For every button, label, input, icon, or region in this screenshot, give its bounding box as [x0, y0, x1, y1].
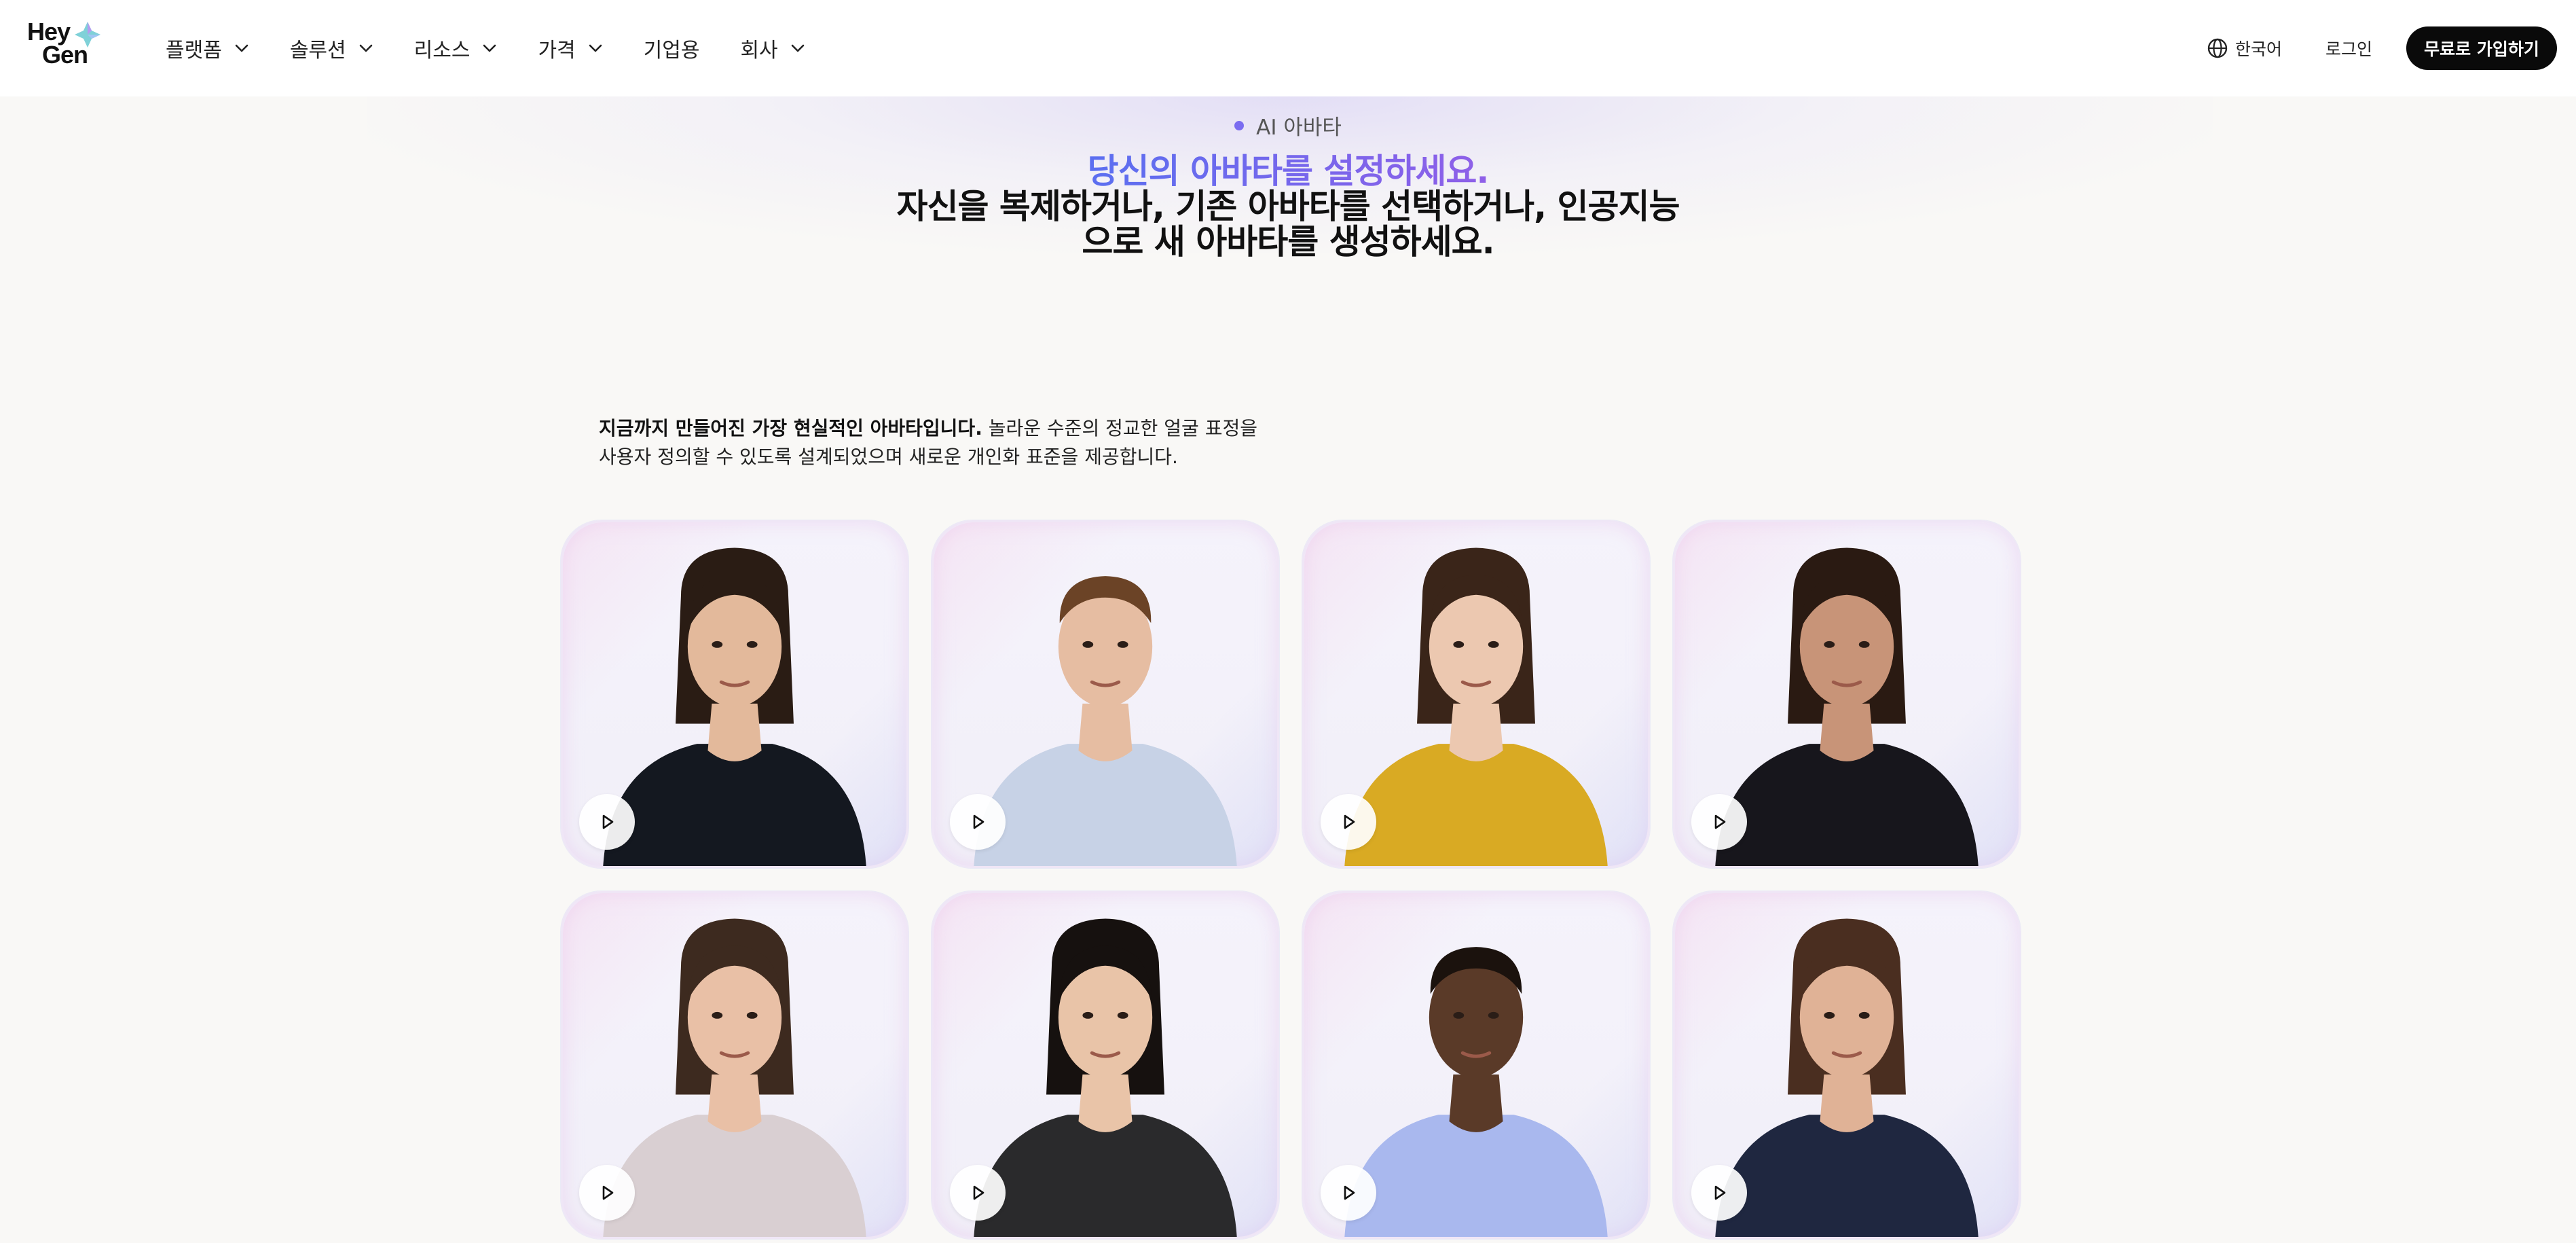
- menu-item-label: 가격: [538, 39, 576, 62]
- nav-actions: 한국어 로그인 무료로 가입하기: [2207, 0, 2557, 96]
- play-button[interactable]: [579, 1165, 635, 1221]
- avatar-card[interactable]: [1673, 891, 2021, 1239]
- play-button[interactable]: [1321, 794, 1376, 850]
- avatar-card[interactable]: [1302, 891, 1650, 1239]
- top-navigation: Hey Gen 플랫폼 솔루션 리소스 가격 기업용 회사 한국어 로그인 무료…: [0, 0, 2576, 96]
- description-bold: 지금까지 만들어진 가장 현실적인 아바타입니다.: [599, 417, 982, 439]
- menu-item-label: 리소스: [413, 39, 471, 62]
- menu-item-pricing[interactable]: 가격: [538, 28, 602, 69]
- play-icon: [602, 814, 614, 829]
- avatar-card[interactable]: [932, 891, 1279, 1239]
- play-icon: [1714, 814, 1726, 829]
- headline-accent: 당신의 아바타를 설정하세요.: [1087, 151, 1490, 191]
- avatar-card[interactable]: [1673, 520, 2021, 868]
- avatar-card[interactable]: [561, 520, 908, 868]
- login-link[interactable]: 로그인: [2325, 36, 2372, 60]
- heygen-logo[interactable]: Hey Gen: [27, 20, 102, 69]
- headline-line-3: 으로 새 아바타를 생성하세요.: [1082, 222, 1494, 262]
- section-headline: 당신의 아바타를 설정하세요. 자신을 복제하거나, 기존 아바타를 선택하거나…: [0, 154, 2576, 259]
- avatar-card[interactable]: [1302, 520, 1650, 868]
- section-eyebrow: AI 아바타: [0, 110, 2576, 141]
- play-button[interactable]: [579, 794, 635, 850]
- menu-item-solutions[interactable]: 솔루션: [290, 28, 373, 69]
- menu-item-label: 플랫폼: [166, 39, 222, 62]
- play-button[interactable]: [950, 1165, 1006, 1221]
- play-icon: [973, 1185, 985, 1200]
- play-icon: [602, 1185, 614, 1200]
- menu-item-label: 회사: [740, 39, 778, 62]
- play-icon: [1344, 1185, 1355, 1200]
- chevron-down-icon: [359, 44, 372, 52]
- play-icon: [1344, 814, 1355, 829]
- avatar-card[interactable]: [561, 891, 908, 1239]
- chevron-down-icon: [589, 44, 602, 52]
- menu-item-label: 기업용: [643, 39, 700, 62]
- menu-item-label: 솔루션: [289, 39, 346, 62]
- headline-line-2: 자신을 복제하거나, 기존 아바타를 선택하거나, 인공지능: [896, 187, 1680, 226]
- description-rest: 놀라운 수준의 정교한 얼굴 표정을: [982, 417, 1257, 439]
- menu-item-company[interactable]: 회사: [740, 28, 805, 69]
- eyebrow-label: AI 아바타: [1256, 115, 1342, 140]
- logo-mark-icon: [75, 22, 100, 48]
- play-button[interactable]: [1691, 794, 1747, 850]
- language-label: 한국어: [2234, 39, 2282, 59]
- chevron-down-icon: [235, 44, 249, 52]
- signup-button[interactable]: 무료로 가입하기: [2406, 26, 2557, 70]
- main-menu: 플랫폼 솔루션 리소스 가격 기업용 회사: [166, 0, 846, 96]
- menu-item-enterprise[interactable]: 기업용: [644, 28, 700, 69]
- logo-text-hey: Hey: [27, 18, 71, 46]
- menu-item-resources[interactable]: 리소스: [414, 28, 498, 69]
- avatar-card[interactable]: [932, 520, 1279, 868]
- play-icon: [973, 814, 985, 829]
- chevron-down-icon: [791, 44, 804, 52]
- play-button[interactable]: [950, 794, 1006, 850]
- menu-item-platform[interactable]: 플랫폼: [166, 28, 249, 69]
- play-button[interactable]: [1321, 1165, 1376, 1221]
- description-line-2: 사용자 정의할 수 있도록 설계되었으며 새로운 개인화 표준을 제공합니다.: [599, 446, 1178, 468]
- chevron-down-icon: [483, 44, 496, 52]
- play-icon: [1714, 1185, 1726, 1200]
- language-selector[interactable]: 한국어: [2207, 36, 2282, 60]
- eyebrow-dot: [1234, 120, 1245, 130]
- section-description: 지금까지 만들어진 가장 현실적인 아바타입니다. 놀라운 수준의 정교한 얼굴…: [599, 414, 1278, 471]
- play-button[interactable]: [1691, 1165, 1747, 1221]
- globe-icon: [2207, 38, 2228, 58]
